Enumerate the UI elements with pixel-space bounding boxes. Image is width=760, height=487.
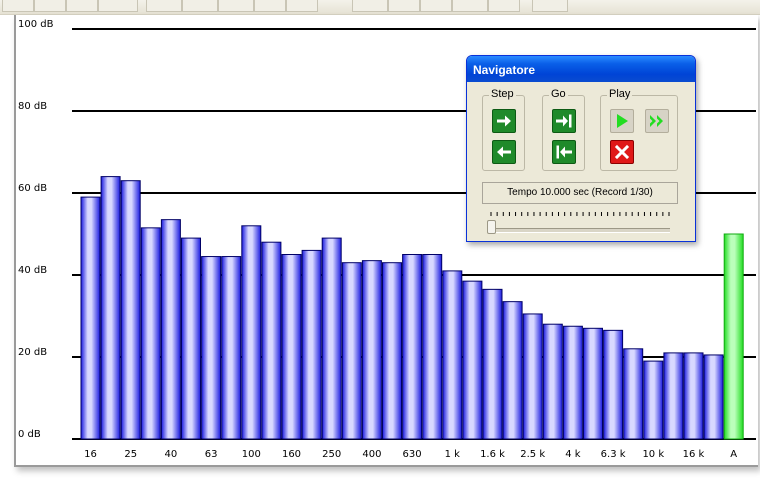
- band-bar: [160, 219, 181, 440]
- toolbar-button[interactable]: [2, 0, 34, 12]
- go-group: Go: [542, 88, 585, 171]
- band-bar: [80, 196, 101, 440]
- band-bar: [422, 254, 443, 440]
- band-bar: [281, 254, 302, 440]
- y-tick-label: 20 dB: [18, 347, 47, 358]
- x-tick-label: 1 k: [445, 449, 461, 460]
- step-back-button[interactable]: [492, 140, 516, 164]
- band-bar: [502, 301, 523, 440]
- toolbar-button[interactable]: [532, 0, 568, 12]
- band-bar: [442, 270, 463, 440]
- toolbar-button[interactable]: [388, 0, 420, 12]
- toolbar-button[interactable]: [218, 0, 254, 12]
- go-last-icon: [556, 114, 572, 128]
- slider-ticks: [490, 212, 670, 216]
- band-bar: [703, 354, 724, 440]
- toolbar-button[interactable]: [420, 0, 452, 12]
- status-display: Tempo 10.000 sec (Record 1/30): [482, 182, 678, 204]
- toolbar-button[interactable]: [488, 0, 520, 12]
- band-bar: [221, 256, 242, 440]
- stop-button[interactable]: [610, 140, 634, 164]
- x-tick-label: 16 k: [683, 449, 705, 460]
- toolbar-button[interactable]: [98, 0, 138, 12]
- x-tick-label: 160: [282, 449, 301, 460]
- navigator-window[interactable]: Navigatore Step Go Play Tempo 10.000 sec…: [466, 55, 696, 242]
- y-tick-label: 60 dB: [18, 183, 47, 194]
- x-tick-label: 2.5 k: [520, 449, 545, 460]
- x-tick-label: 1.6 k: [480, 449, 505, 460]
- go-first-button[interactable]: [552, 140, 576, 164]
- toolbar-button[interactable]: [286, 0, 318, 12]
- band-bar: [120, 180, 141, 440]
- navigator-title[interactable]: Navigatore: [467, 56, 695, 82]
- y-tick-label: 40 dB: [18, 265, 47, 276]
- x-tick-label: 16: [84, 449, 97, 460]
- x-tick-label: 630: [403, 449, 422, 460]
- y-tick-label: 80 dB: [18, 101, 47, 112]
- record-slider-thumb[interactable]: [487, 220, 496, 234]
- toolbar-button[interactable]: [146, 0, 182, 12]
- go-group-label: Go: [549, 88, 568, 100]
- y-tick-label: 0 dB: [18, 429, 41, 440]
- close-icon: [614, 144, 630, 160]
- band-bar: [603, 329, 624, 440]
- step-forward-button[interactable]: [492, 109, 516, 133]
- play-group: Play: [600, 88, 678, 171]
- fast-forward-button[interactable]: [645, 109, 669, 133]
- band-bar: [301, 249, 322, 440]
- toolbar-button[interactable]: [182, 0, 218, 12]
- arrow-left-icon: [497, 146, 511, 158]
- band-bar: [140, 227, 161, 440]
- band-bar: [261, 241, 282, 440]
- toolbar-button[interactable]: [34, 0, 66, 12]
- y-tick-label: 100 dB: [18, 19, 54, 30]
- play-icon: [617, 114, 628, 128]
- band-bar: [623, 348, 644, 440]
- band-bar: [583, 327, 603, 440]
- band-bar: [100, 176, 121, 440]
- band-bar: [382, 262, 402, 440]
- step-group: Step: [482, 88, 525, 171]
- play-group-label: Play: [607, 88, 633, 100]
- band-bar: [462, 280, 483, 440]
- band-bar: [482, 288, 503, 440]
- toolbar-button[interactable]: [452, 0, 488, 12]
- x-tick-label: 4 k: [565, 449, 581, 460]
- play-button[interactable]: [610, 109, 634, 133]
- band-bar: [361, 260, 382, 440]
- band-bar: [341, 262, 362, 440]
- x-tick-label: 100: [242, 449, 261, 460]
- x-tick-label: 6.3 k: [601, 449, 626, 460]
- band-bar: [663, 352, 684, 440]
- band-bar: [241, 225, 262, 440]
- x-tick-label: 25: [124, 449, 137, 460]
- band-bar: [181, 237, 201, 440]
- x-tick-label: 400: [362, 449, 381, 460]
- overall-level-bar: [723, 233, 744, 440]
- x-tick-label: 63: [205, 449, 218, 460]
- band-bar: [562, 325, 583, 440]
- band-bar: [643, 360, 664, 440]
- go-first-icon: [556, 145, 572, 159]
- fast-forward-icon: [650, 115, 663, 127]
- toolbar-button[interactable]: [66, 0, 98, 12]
- arrow-right-icon: [497, 115, 511, 127]
- x-tick-label: 10 k: [642, 449, 664, 460]
- step-group-label: Step: [489, 88, 516, 100]
- x-tick-label: A: [730, 449, 737, 460]
- x-tick-label: 40: [165, 449, 178, 460]
- band-bar: [201, 256, 222, 440]
- toolbar-button[interactable]: [352, 0, 388, 12]
- toolbar: [0, 0, 760, 15]
- record-slider-track[interactable]: [490, 228, 670, 233]
- band-bar: [522, 313, 543, 440]
- toolbar-button[interactable]: [254, 0, 286, 12]
- band-bar: [321, 237, 342, 440]
- band-bar: [683, 352, 704, 440]
- band-bar: [542, 323, 563, 440]
- go-last-button[interactable]: [552, 109, 576, 133]
- x-tick-label: 250: [322, 449, 341, 460]
- band-bar: [402, 254, 423, 440]
